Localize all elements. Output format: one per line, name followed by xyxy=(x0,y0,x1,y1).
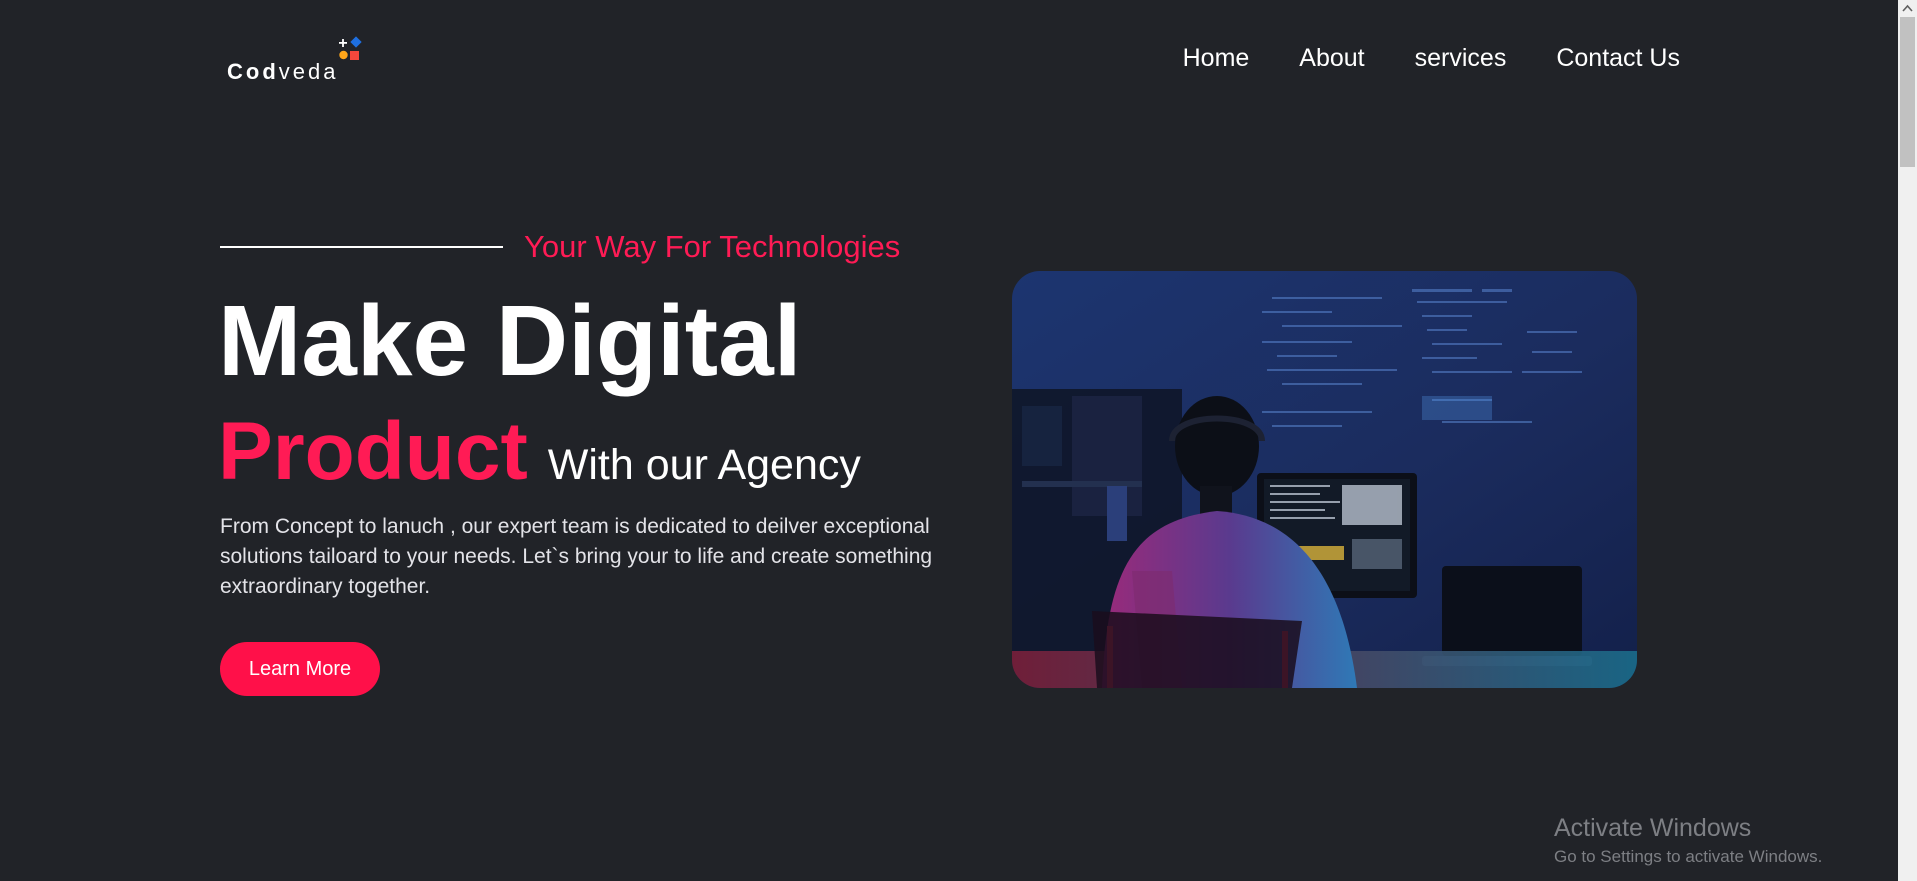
hero-headline-rest: With our Agency xyxy=(547,441,861,489)
nav-about[interactable]: About xyxy=(1299,44,1364,73)
activate-windows-subtitle: Go to Settings to activate Windows. xyxy=(1554,847,1823,866)
hero-illustration xyxy=(1012,271,1637,688)
tagline-divider xyxy=(220,246,503,248)
nav-home[interactable]: Home xyxy=(1183,44,1250,73)
nav-services[interactable]: services xyxy=(1415,44,1507,73)
plus-dots-squares-logo-icon xyxy=(339,36,362,60)
learn-more-button[interactable]: Learn More xyxy=(220,642,380,696)
activate-windows-title: Activate Windows xyxy=(1554,814,1752,842)
developer-at-computer-photo xyxy=(1012,271,1637,688)
nav-contact-us[interactable]: Contact Us xyxy=(1556,44,1680,73)
scroll-up-arrow-icon[interactable] xyxy=(1898,0,1917,17)
hero-tagline: Your Way For Technologies xyxy=(524,229,901,264)
hero-headline-line1: Make Digital xyxy=(218,285,802,397)
main-nav: Home About services Contact Us xyxy=(1183,44,1680,73)
hero-headline-line2: Product With our Agency xyxy=(218,402,861,525)
hero-description: From Concept to lanuch , our expert team… xyxy=(220,515,933,598)
scrollbar-thumb[interactable] xyxy=(1900,17,1915,167)
brand-logo[interactable]: Codveda xyxy=(227,36,367,86)
landing-page: Codveda Home About services Contact Us Y… xyxy=(0,0,1898,881)
brand-name: Codveda xyxy=(227,59,339,84)
activate-windows-watermark: Activate Windows Go to Settings to activ… xyxy=(1554,813,1822,869)
hero-headline-accent: Product xyxy=(218,406,528,497)
vertical-scrollbar[interactable] xyxy=(1898,0,1917,881)
